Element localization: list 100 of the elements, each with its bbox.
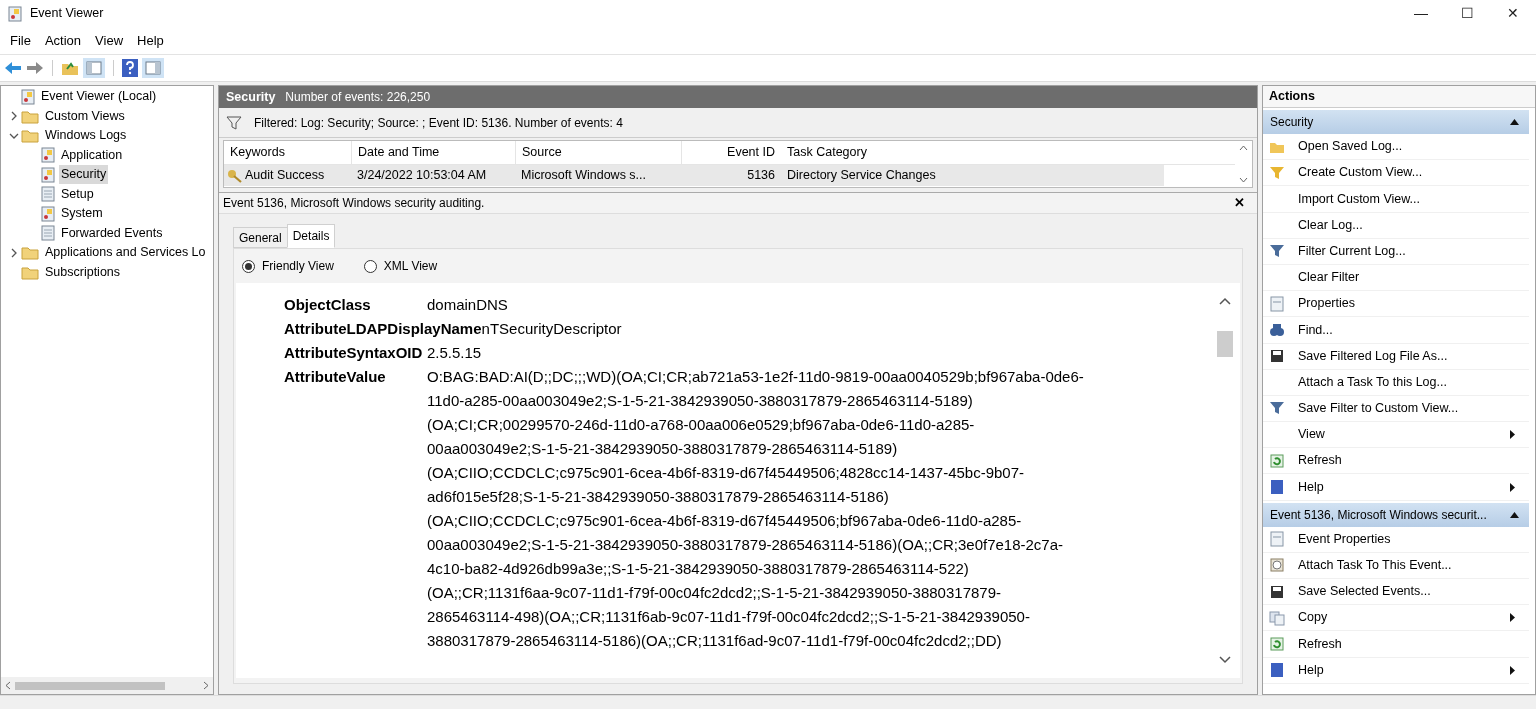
event-detail-title: Event 5136, Microsoft Windows security auditing. <box>223 195 485 212</box>
table-row[interactable]: Audit Success 3/24/2022 10:53:04 AM Microsoft Windows s... 5136 Directory Service Changes <box>224 165 1164 186</box>
properties-icon <box>1269 295 1285 312</box>
actions-pane-entry[interactable]: Open Saved Log... <box>1298 137 1403 156</box>
tab[interactable]: General <box>233 227 287 248</box>
scroll-up-icon[interactable] <box>1219 297 1231 305</box>
actions-pane-entry[interactable]: Clear Filter <box>1298 268 1360 287</box>
actions-pane-entry[interactable]: Save Filter to Custom View... <box>1298 399 1459 418</box>
actions-pane-entry[interactable]: Import Custom View... <box>1298 189 1421 209</box>
scroll-down-icon[interactable] <box>1219 656 1231 664</box>
back-arrow-icon[interactable] <box>4 61 22 75</box>
tree-item[interactable]: Forwarded Events <box>59 223 165 243</box>
forward-arrow-icon[interactable] <box>26 61 44 75</box>
log-page-icon <box>41 186 55 203</box>
column-header[interactable]: Event ID <box>681 141 781 164</box>
collapse-triangle-icon[interactable] <box>1510 511 1519 518</box>
key-icon <box>227 168 243 183</box>
tree-item[interactable]: Custom Views <box>43 106 127 126</box>
tree-item[interactable]: Windows Logs <box>43 126 129 146</box>
table-cell: 5136 <box>747 168 775 183</box>
actions-pane-entry[interactable]: Help <box>1298 477 1324 497</box>
scroll-up-icon[interactable] <box>1239 145 1248 151</box>
folder-arrow-icon[interactable] <box>61 60 79 76</box>
radio-option[interactable]: Friendly View <box>242 257 334 275</box>
tab[interactable]: Details <box>286 224 336 248</box>
log-book-icon <box>41 205 55 222</box>
actions-pane-entry[interactable]: Filter Current Log... <box>1298 241 1406 261</box>
pane-toggle-icon[interactable] <box>142 58 164 78</box>
actions-pane-entry[interactable]: View <box>1298 425 1325 445</box>
menu-item[interactable]: View <box>88 30 131 51</box>
actions-pane-entry[interactable]: Properties <box>1298 294 1355 314</box>
scroll-right-icon[interactable] <box>203 681 209 690</box>
tree-item[interactable]: Setup <box>59 184 96 204</box>
collapse-triangle-icon[interactable] <box>1510 119 1519 125</box>
actions-pane-entry[interactable]: Clear Log... <box>1298 215 1363 235</box>
field-name: ObjectClass <box>284 295 372 315</box>
table-cell: Microsoft Windows s... <box>521 168 647 183</box>
chevron-right-icon[interactable] <box>9 111 19 122</box>
maximize-button[interactable]: ☐ <box>1444 0 1490 27</box>
menu-item[interactable]: Action <box>37 30 89 51</box>
folder-icon <box>21 264 39 280</box>
refresh-icon <box>1269 452 1285 469</box>
actions-pane-entry[interactable]: Event Properties <box>1298 529 1391 549</box>
field-value: nTSecurityDescriptor <box>481 319 622 339</box>
log-book-icon <box>41 166 55 183</box>
actions-pane-entry[interactable]: Help <box>1298 660 1324 680</box>
submenu-arrow-icon <box>1510 665 1515 675</box>
filter-summary: Filtered: Log: Security; Source: ; Event ID: 5136. Number of events: 4 <box>254 114 623 132</box>
submenu-arrow-icon <box>1510 613 1515 623</box>
funnel-icon <box>1269 164 1285 181</box>
tree-item[interactable]: Event Viewer (Local) <box>39 87 159 107</box>
window-title: Event Viewer <box>30 5 104 23</box>
field-name: AttributeValue <box>284 367 387 387</box>
menu-item[interactable]: Help <box>130 30 171 51</box>
radio-option[interactable]: XML View <box>363 257 438 275</box>
field-value: 2.5.5.15 <box>427 343 482 363</box>
actions-pane-entry[interactable]: Refresh <box>1298 634 1342 654</box>
column-header[interactable]: Date and Time <box>351 141 515 164</box>
actions-pane-entry[interactable]: Attach a Task To this Log... <box>1298 372 1447 392</box>
tree-item[interactable]: Security <box>59 165 109 185</box>
column-header[interactable]: Keywords <box>224 141 351 164</box>
close-button[interactable]: ✕ <box>1490 0 1536 27</box>
actions-pane-entry[interactable]: Create Custom View... <box>1298 163 1423 183</box>
tree-item[interactable]: Applications and Services Lo <box>43 243 208 263</box>
horizontal-scrollbar[interactable] <box>1 677 213 694</box>
tree-item[interactable]: System <box>59 204 105 224</box>
tree-item[interactable]: Subscriptions <box>43 262 123 282</box>
actions-pane-entry[interactable]: Attach Task To This Event... <box>1298 556 1452 575</box>
pane-toggle-icon[interactable] <box>83 58 105 78</box>
column-header[interactable]: Task Category <box>781 141 1172 164</box>
minimize-button[interactable]: — <box>1398 0 1444 27</box>
funnel-icon <box>1269 243 1285 260</box>
funnel-icon <box>226 115 242 130</box>
actions-pane-entry[interactable]: Save Selected Events... <box>1298 582 1431 601</box>
log-book-icon <box>8 5 22 22</box>
submenu-arrow-icon <box>1510 430 1515 440</box>
chevron-right-icon[interactable] <box>9 247 19 258</box>
tree-item[interactable]: Application <box>59 145 125 165</box>
table-cell: 3/24/2022 10:53:04 AM <box>357 168 487 183</box>
properties-icon <box>1269 531 1285 548</box>
actions-pane-entry[interactable]: Refresh <box>1298 451 1342 471</box>
scrollbar-thumb[interactable] <box>1217 331 1233 357</box>
scroll-left-icon[interactable] <box>5 681 11 690</box>
event-count: Number of events: 226,250 <box>285 89 431 106</box>
section-header[interactable]: Security <box>1263 110 1529 134</box>
scrollbar-thumb[interactable] <box>15 681 165 690</box>
log-page-icon <box>41 225 55 242</box>
actions-pane-entry[interactable]: Save Filtered Log File As... <box>1298 346 1448 366</box>
menu-item[interactable]: File <box>3 30 38 51</box>
log-book-icon <box>41 147 55 164</box>
log-name: Security <box>226 88 276 106</box>
field-value: domainDNS <box>427 295 508 315</box>
actions-pane-entry[interactable]: Copy <box>1298 608 1328 628</box>
column-header[interactable]: Source <box>515 141 681 164</box>
field-name: AttributeSyntaxOID <box>284 343 424 363</box>
section-header[interactable]: Event 5136, Microsoft Windows securit... <box>1263 502 1529 527</box>
scroll-down-icon[interactable] <box>1239 177 1248 183</box>
close-button[interactable]: ✕ <box>1234 193 1245 213</box>
field-name: AttributeLDAPDisplayName <box>284 319 482 339</box>
actions-pane-entry[interactable]: Find... <box>1298 320 1333 340</box>
